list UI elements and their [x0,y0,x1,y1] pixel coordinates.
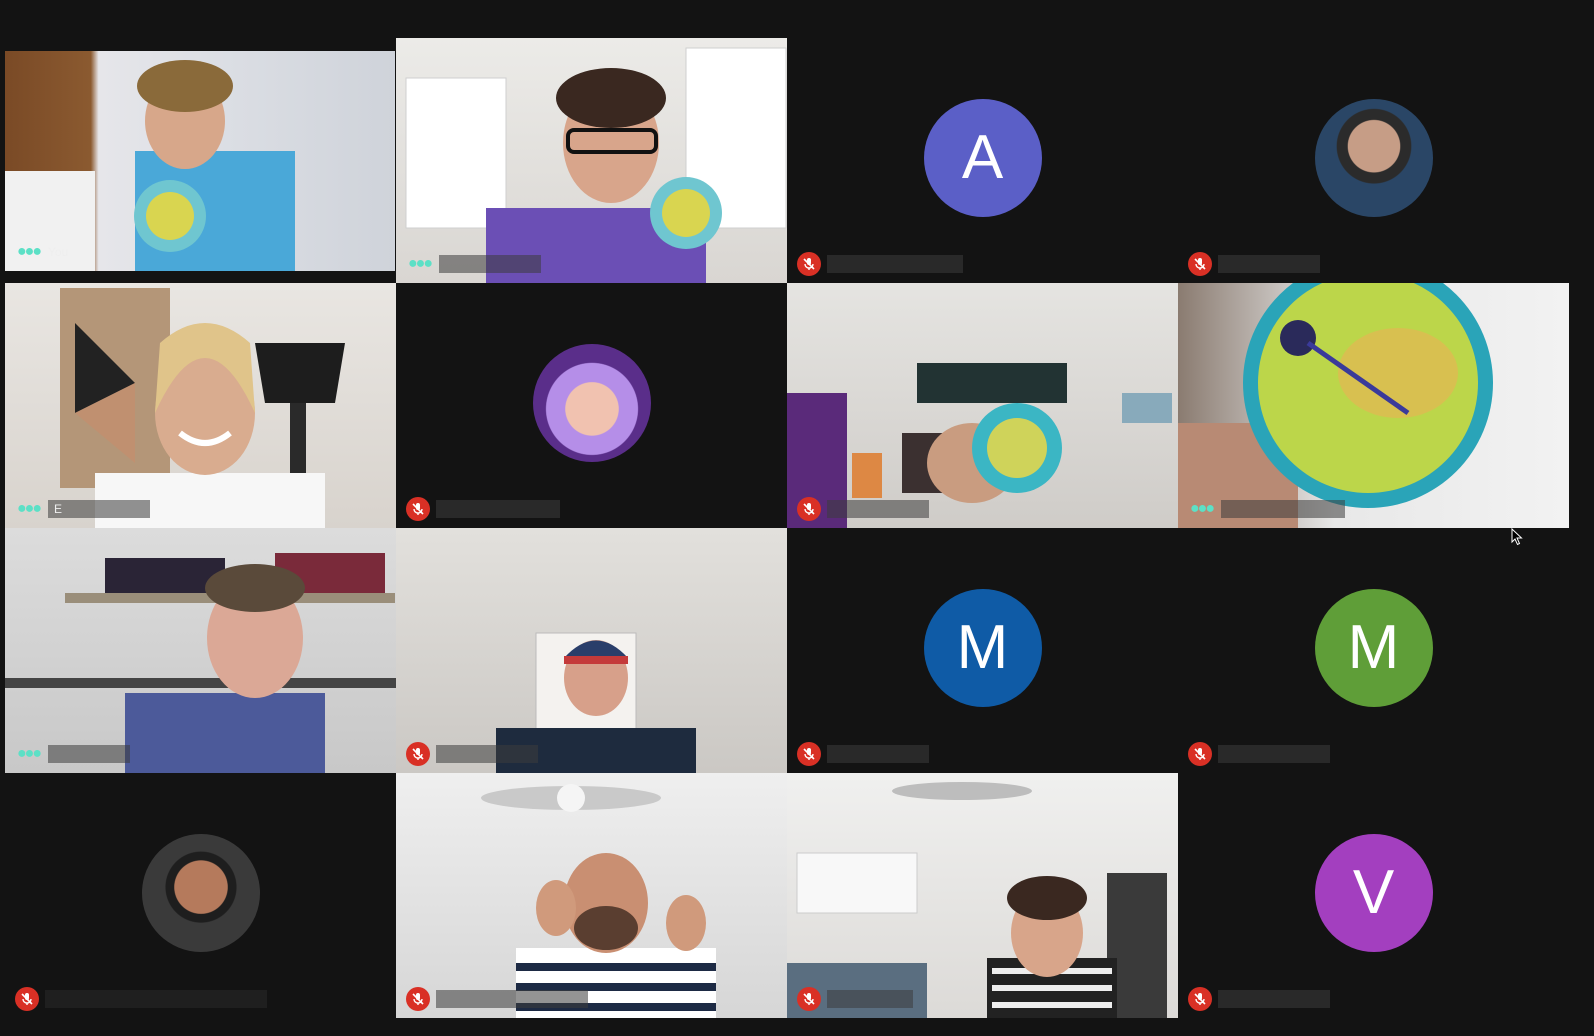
participant-name [827,255,963,273]
avatar-initial: M [1347,613,1400,682]
participant-tile[interactable]: ●●● E [5,283,396,528]
participant-tile[interactable]: ●●● [396,38,787,283]
avatar: V [1314,833,1433,952]
participant-video [1178,283,1569,528]
participant-tile[interactable] [396,283,787,528]
avatar: M [1314,588,1433,707]
participant-name [436,990,588,1008]
participant-name [436,745,538,763]
participant-name [1218,255,1320,273]
nameplate [406,497,560,521]
participant-video [396,773,787,1018]
participant-video [787,283,1178,528]
participant-grid: ●●● You ●●● A ●●● E ●●● ●●● M M V [5,38,1569,1020]
nameplate [406,742,538,766]
avatar-photo [141,833,260,952]
activity-dots-icon: ●●● [17,500,42,517]
nameplate: ●●● You [15,241,68,263]
activity-dots-icon: ●●● [17,745,42,762]
participant-video [396,528,787,773]
participant-tile[interactable] [396,773,787,1018]
participant-tile[interactable]: ●●● [5,528,396,773]
video-frame [60,288,345,528]
video-frame [787,363,1172,528]
avatar: A [923,98,1042,217]
mic-muted-icon [797,987,821,1011]
participant-name: E [48,500,150,518]
participant-name: You [48,245,69,259]
video-frame [405,47,787,283]
participant-tile[interactable] [1178,38,1569,283]
video-frame [5,553,396,773]
participant-tile[interactable] [396,528,787,773]
nameplate [797,742,929,766]
participant-tile[interactable]: V [1178,773,1569,1018]
nameplate [797,252,963,276]
participant-tile[interactable]: M [1178,528,1569,773]
mic-muted-icon [1188,252,1212,276]
mic-muted-icon [406,987,430,1011]
mic-muted-icon [797,497,821,521]
participant-name [1218,745,1330,763]
nameplate: ●●● E [15,498,150,520]
activity-dots-icon: ●●● [408,255,433,272]
avatar-initial: M [956,613,1009,682]
avatar-initial: A [961,123,1004,192]
participant-video [5,283,396,528]
participant-video [396,38,787,283]
video-frame [496,632,696,773]
nameplate [406,987,588,1011]
participant-name [1221,500,1345,518]
nameplate [797,497,929,521]
video-frame [481,784,716,1018]
participant-tile[interactable]: M [787,528,1178,773]
participant-tile[interactable]: A [787,38,1178,283]
participant-video [5,528,396,773]
mic-muted-icon [1188,742,1212,766]
nameplate [1188,742,1330,766]
participant-tile-self[interactable]: ●●● You [5,51,395,271]
activity-dots-icon: ●●● [17,243,42,260]
video-frame [1178,283,1493,528]
mic-muted-icon [406,742,430,766]
participant-video [787,773,1178,1018]
participant-tile[interactable] [787,283,1178,528]
participant-tile[interactable]: ●●● [1178,283,1569,528]
participant-name [48,745,130,763]
video-frame [5,60,295,271]
mic-muted-icon [15,987,39,1011]
mic-muted-icon [797,252,821,276]
nameplate [797,987,913,1011]
participant-tile[interactable] [5,773,396,1018]
mic-muted-icon [1188,987,1212,1011]
participant-name [827,990,913,1008]
participant-name [436,500,560,518]
participant-name [45,990,267,1008]
participant-name [827,500,929,518]
nameplate: ●●● [15,743,130,765]
nameplate: ●●● [1188,498,1345,520]
participant-name [439,255,541,273]
avatar-photo [1314,98,1433,217]
avatar-photo [532,343,651,462]
mouse-cursor-icon [1511,527,1523,551]
nameplate [1188,252,1320,276]
participant-name [827,745,929,763]
nameplate [15,987,267,1011]
participant-tile[interactable] [787,773,1178,1018]
activity-dots-icon: ●●● [1190,500,1215,517]
mic-muted-icon [797,742,821,766]
participant-video [5,51,395,271]
nameplate: ●●● [406,253,541,275]
mic-muted-icon [406,497,430,521]
avatar-initial: V [1352,858,1395,927]
video-frame [787,782,1167,1018]
nameplate [1188,987,1330,1011]
participant-name [1218,990,1330,1008]
avatar: M [923,588,1042,707]
